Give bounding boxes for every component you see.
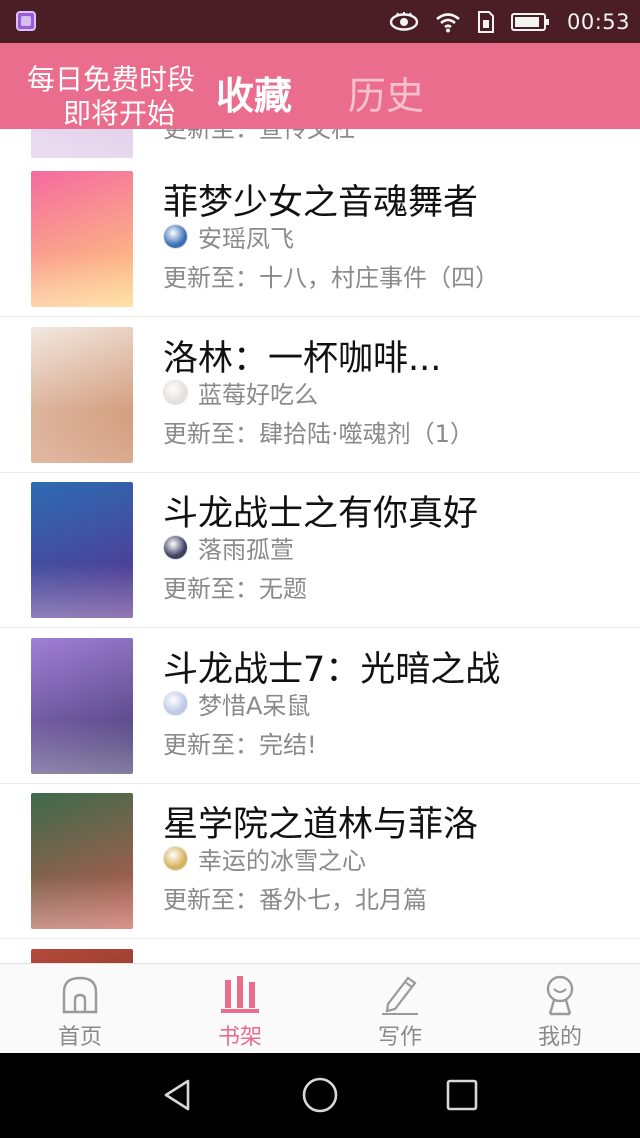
latest-chapter: 更新至：完结! <box>163 731 317 759</box>
author-row[interactable]: 安瑶凤飞 <box>163 222 294 253</box>
book-cover[interactable] <box>31 793 133 929</box>
cover-overlay <box>31 252 133 307</box>
nav-label-profile: 我的 <box>537 1025 582 1050</box>
system-nav-bar <box>0 1053 640 1138</box>
promo-line-2: 即将开始 <box>63 97 176 129</box>
author-name: 落雨孤萱 <box>198 535 294 564</box>
book-title[interactable]: 斗龙战士之有你真好 <box>163 485 478 536</box>
free-period-banner[interactable]: 每日免费时段 即将开始 <box>27 63 213 129</box>
status-icons: 00:53 <box>389 6 630 38</box>
latest-chapter: 更新至：宣传文杠 <box>163 129 355 143</box>
nav-item-bookshelf[interactable]: 书架 <box>160 964 320 1054</box>
recents-icon[interactable] <box>442 1075 482 1115</box>
nav-label-bookshelf: 书架 <box>217 1025 262 1050</box>
cover-overlay <box>31 719 133 774</box>
book-title[interactable]: 斗龙战士7：光暗之战 <box>163 641 500 692</box>
sim-icon <box>477 10 495 34</box>
book-row[interactable]: 斗龙战士7：光暗之战 梦惜A呆鼠更新至：完结! <box>0 629 640 784</box>
promo-line-1: 每日免费时段 <box>27 63 196 96</box>
book-cover[interactable] <box>31 482 133 618</box>
cover-overlay <box>31 408 133 463</box>
author-name: 蓝莓好吃么 <box>198 380 318 409</box>
latest-chapter: 更新至：番外七，北月篇 <box>163 886 427 914</box>
author-avatar <box>163 845 188 871</box>
book-title[interactable]: 星学院之道林与菲洛 <box>163 796 478 847</box>
book-row[interactable]: 斗龙战士之有你真好 落雨孤萱更新至：无题 <box>0 473 640 628</box>
book-cover[interactable] <box>31 638 133 774</box>
book-title[interactable]: 菲梦少女之音魂舞者 <box>163 174 478 225</box>
bookshelf-icon <box>218 972 262 1016</box>
nav-item-write[interactable]: 写作 <box>320 964 480 1054</box>
notification-app-icon <box>16 11 36 31</box>
tab-favorites[interactable]: 收藏 <box>216 65 292 120</box>
book-cover[interactable] <box>31 129 133 158</box>
home-circle-icon[interactable] <box>300 1075 340 1115</box>
book-title[interactable]: 洛林：一杯咖啡... <box>163 330 441 381</box>
battery-icon <box>510 12 551 32</box>
cover-overlay <box>31 874 133 929</box>
profile-icon <box>538 972 582 1016</box>
author-name: 幸运的冰雪之心 <box>198 846 366 875</box>
cover-overlay <box>31 563 133 618</box>
eye-icon <box>389 12 419 32</box>
book-cover[interactable] <box>31 327 133 463</box>
author-name: 安瑶凤飞 <box>198 224 294 253</box>
pencil-icon <box>378 972 422 1016</box>
latest-chapter: 更新至：十八，村庄事件（四） <box>163 264 499 292</box>
author-row[interactable]: 梦惜A呆鼠 <box>163 689 310 720</box>
status-bar: 00:53 <box>0 0 640 43</box>
book-cover[interactable] <box>31 949 133 963</box>
author-row[interactable]: 落雨孤萱 <box>163 533 294 564</box>
nav-label-home: 首页 <box>57 1025 102 1050</box>
author-avatar <box>163 690 188 716</box>
bottom-nav: 首页 书架 写作 我的 <box>0 963 640 1053</box>
nav-label-write: 写作 <box>377 1025 422 1050</box>
app-header: 每日免费时段 即将开始 收藏 历史 <box>0 43 640 129</box>
book-row[interactable] <box>0 940 640 963</box>
home-icon <box>58 972 102 1016</box>
book-row[interactable]: 星学院之道林与菲洛 幸运的冰雪之心更新至：番外七，北月篇 <box>0 784 640 939</box>
author-row[interactable]: 幸运的冰雪之心 <box>163 844 366 875</box>
author-avatar <box>163 534 188 560</box>
cover-overlay <box>31 129 133 158</box>
book-cover[interactable] <box>31 171 133 307</box>
latest-chapter: 更新至：肆拾陆·噬魂剂（1） <box>163 420 474 448</box>
latest-chapter: 更新至：无题 <box>163 575 307 603</box>
book-row[interactable]: 菲梦少女之音魂舞者 安瑶凤飞更新至：十八，村庄事件（四） <box>0 162 640 317</box>
author-avatar <box>163 223 188 249</box>
tab-history[interactable]: 历史 <box>348 65 424 120</box>
author-avatar <box>163 379 188 405</box>
author-name: 梦惜A呆鼠 <box>198 691 311 720</box>
clock: 00:53 <box>566 10 630 34</box>
book-row[interactable]: 洛林：一杯咖啡... 蓝莓好吃么更新至：肆拾陆·噬魂剂（1） <box>0 318 640 473</box>
wifi-icon <box>435 11 461 33</box>
back-icon[interactable] <box>158 1075 198 1115</box>
bookshelf-list[interactable]: 更新至：宣传文杠 菲梦少女之音魂舞者 安瑶凤飞 更新至：十八，村庄事件（四） 洛林：一杯… <box>0 129 640 963</box>
nav-item-profile[interactable]: 我的 <box>480 964 640 1054</box>
nav-item-home[interactable]: 首页 <box>0 964 160 1054</box>
author-row[interactable]: 蓝莓好吃么 <box>163 378 318 409</box>
